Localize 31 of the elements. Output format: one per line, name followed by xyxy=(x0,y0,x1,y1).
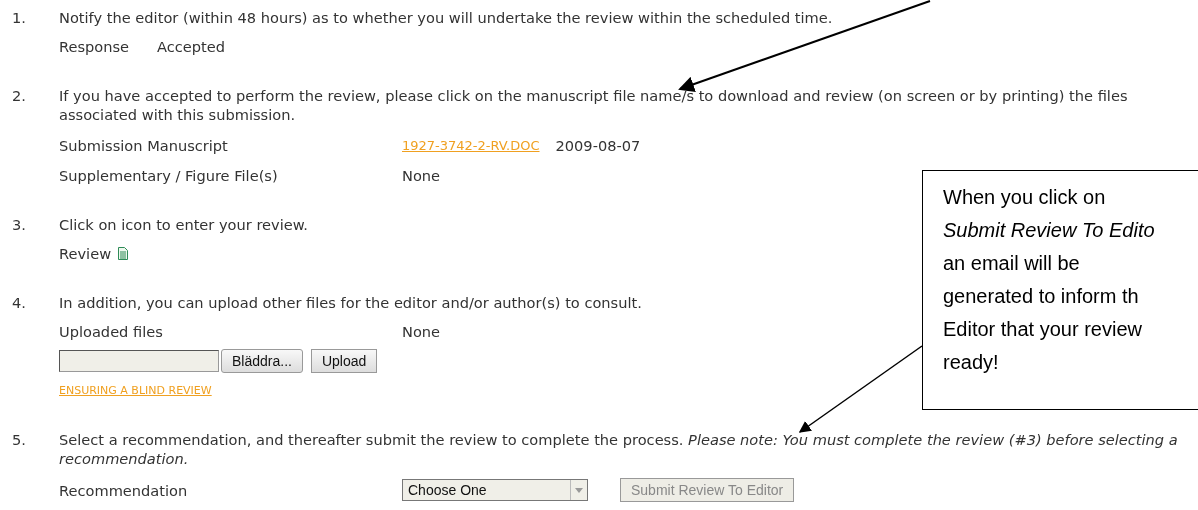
step-instruction: In addition, you can upload other files for the editor and/or author(s) to consult. xyxy=(59,293,642,312)
callout-text: ready! xyxy=(943,350,1000,375)
step-number: 3. xyxy=(12,215,27,235)
field-label: Response xyxy=(59,37,130,56)
step-instruction: Notify the editor (within 48 hours) as to whether you will undertake the review within the scheduled time. xyxy=(59,8,833,27)
browse-button[interactable]: Bläddra... xyxy=(221,349,303,373)
callout-text: When you click on xyxy=(943,185,1107,210)
step-number: 1. xyxy=(12,8,27,28)
field-label: Submission Manuscript xyxy=(59,136,229,155)
step-instruction: If you have accepted to perform the review, please click on the manuscript file name/s to download and review (on screen or by printing) the files associated with this submission. xyxy=(59,86,1129,124)
upload-button[interactable]: Upload xyxy=(310,349,378,373)
callout-text: an email will be xyxy=(943,251,1081,276)
step-number: 5. xyxy=(12,430,27,450)
field-value: None xyxy=(402,166,441,185)
step-number: 2. xyxy=(12,86,27,106)
caret-icon xyxy=(575,487,583,493)
field-label: Review xyxy=(59,244,112,263)
callout-text: Submit Review To Edito xyxy=(943,218,1156,243)
file-path-field[interactable] xyxy=(59,350,219,372)
field-value: None xyxy=(402,322,441,341)
field-value: Accepted xyxy=(157,37,226,56)
callout-text: generated to inform th xyxy=(943,284,1140,309)
step-number: 4. xyxy=(12,293,27,313)
document-icon[interactable] xyxy=(118,247,129,260)
step-instruction: Click on icon to enter your review. xyxy=(59,215,308,234)
field-label: Supplementary / Figure File(s) xyxy=(59,166,279,185)
file-date: 2009-08-07 xyxy=(555,136,641,155)
field-label: Uploaded files xyxy=(59,322,164,341)
callout-text: Editor that your review xyxy=(943,317,1143,342)
field-label: Recommendation xyxy=(59,480,189,500)
step-instruction: Select a recommendation, and thereafter submit the review to complete the process. Please note: You must complete the review (#3) before selecting a recommendation. xyxy=(59,430,1179,468)
